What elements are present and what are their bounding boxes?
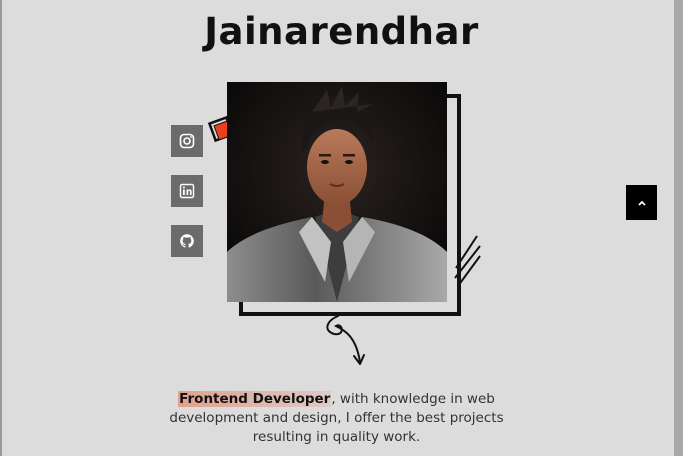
github-link[interactable] <box>171 225 203 257</box>
linkedin-icon <box>179 183 195 199</box>
curly-arrow-icon <box>326 315 365 365</box>
linkedin-link[interactable] <box>171 175 203 207</box>
chevron-up-icon <box>637 200 646 206</box>
page-frame-left <box>0 0 2 456</box>
social-links <box>171 125 203 275</box>
instagram-link[interactable] <box>171 125 203 157</box>
role-highlight: Frontend Developer <box>178 391 332 407</box>
github-icon <box>180 234 194 248</box>
page-title: Jainarendhar <box>204 10 479 53</box>
profile-photo <box>227 82 447 302</box>
scroll-to-top-button[interactable] <box>626 185 657 220</box>
scrollbar[interactable] <box>674 0 683 456</box>
instagram-icon <box>179 133 195 149</box>
about-text: Frontend Developer, with knowledge in we… <box>150 390 523 447</box>
scribble-lines-icon <box>454 235 481 287</box>
